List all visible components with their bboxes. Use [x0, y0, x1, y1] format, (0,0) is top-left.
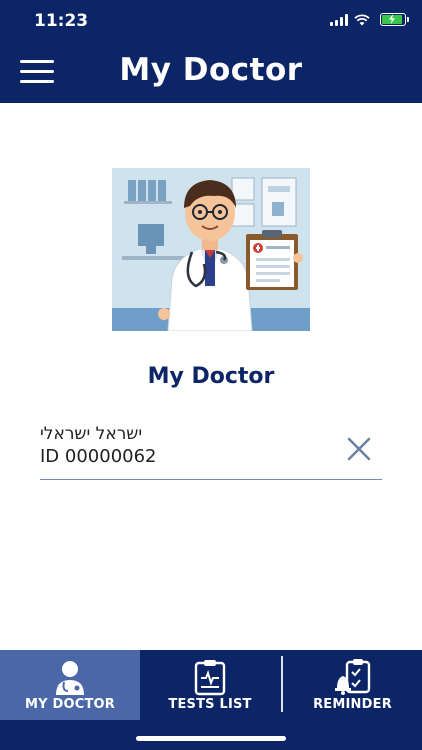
tab-my-doctor[interactable]: MY DOCTOR: [0, 650, 140, 720]
doctor-name-text: ישראל ישראלי: [40, 424, 143, 444]
tab-tests-list[interactable]: TESTS LIST: [140, 650, 280, 720]
reminder-icon: [334, 659, 370, 695]
tab-label: TESTS LIST: [168, 697, 252, 712]
tab-bar: MY DOCTOR TESTS LIST REMINDER: [0, 650, 422, 750]
close-icon[interactable]: [346, 436, 372, 462]
status-icons: [330, 13, 409, 26]
tab-reminder[interactable]: REMINDER: [283, 650, 422, 720]
doctor-name: ישראל ישראלי: [40, 424, 382, 444]
doctor-id: ID 00000062: [40, 446, 157, 467]
signal-icon: [330, 14, 348, 26]
app-header: 11:23 My Doctor: [0, 0, 422, 103]
status-time: 11:23: [34, 11, 89, 31]
battery-icon: [380, 13, 409, 26]
tab-label: MY DOCTOR: [25, 697, 115, 712]
clipboard-icon: [194, 660, 226, 696]
home-indicator: [136, 736, 286, 741]
page-title: My Doctor: [119, 52, 303, 88]
doctor-icon: [56, 661, 84, 695]
tab-label: REMINDER: [313, 697, 392, 712]
doctor-illustration: [112, 168, 310, 331]
section-title: My Doctor: [147, 364, 275, 389]
wifi-icon: [354, 14, 370, 26]
doctor-entry: ישראל ישראלי ID 00000062: [40, 420, 382, 480]
